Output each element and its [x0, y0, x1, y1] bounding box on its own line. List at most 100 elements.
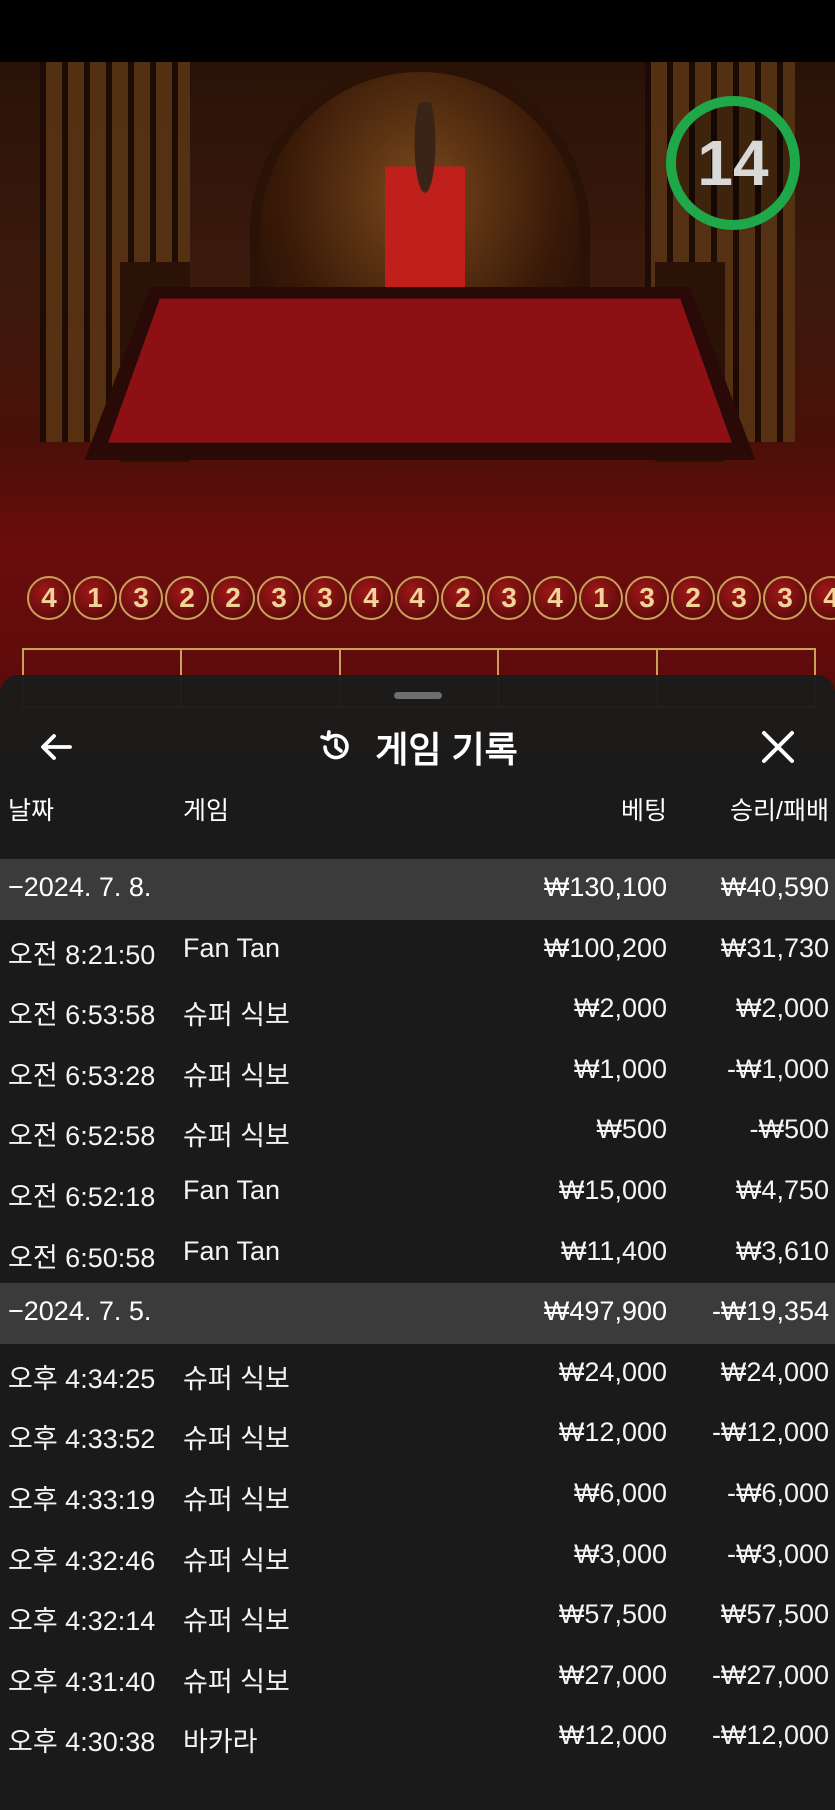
row-result: -₩19,354 — [711, 1296, 829, 1327]
row-game: 슈퍼 식보 — [183, 1121, 290, 1152]
history-row: 오후 4:31:40 슈퍼 식보 ₩27,000 -₩27,000 — [0, 1647, 835, 1708]
row-date: 오후 4:32:14 — [8, 1606, 156, 1637]
row-date: 오전 8:21:50 — [8, 939, 156, 970]
row-game: 슈퍼 식보 — [183, 1666, 290, 1697]
title-group: 게임 기록 — [0, 715, 835, 779]
row-bet: ₩6,000 — [573, 1477, 667, 1508]
history-row: 오전 6:52:58 슈퍼 식보 ₩500 -₩500 — [0, 1101, 835, 1162]
row-result: -₩1,000 — [726, 1053, 829, 1084]
row-date: 오전 6:53:58 — [8, 1000, 156, 1031]
result-ball: 4 — [27, 576, 71, 620]
drag-handle[interactable] — [394, 692, 442, 699]
history-row: 오전 6:53:58 슈퍼 식보 ₩2,000 ₩2,000 — [0, 980, 835, 1041]
result-ball: 3 — [257, 576, 301, 620]
countdown-timer: 14 — [697, 127, 769, 199]
row-bet: ₩2,000 — [573, 993, 667, 1024]
row-bet: ₩500 — [596, 1114, 667, 1145]
panel-title: 게임 기록 — [375, 729, 518, 770]
column-date: 날짜 — [8, 797, 55, 825]
row-bet: ₩100,200 — [543, 932, 667, 963]
result-ball: 2 — [211, 576, 255, 620]
row-bet: ₩12,000 — [558, 1417, 667, 1448]
history-row: 오후 4:33:52 슈퍼 식보 ₩12,000 -₩12,000 — [0, 1404, 835, 1465]
history-list: −2024. 7. 8. ₩130,100 ₩40,590 오전 8:21:50 Fan… — [0, 859, 835, 1768]
history-row: 오후 4:33:19 슈퍼 식보 ₩6,000 -₩6,000 — [0, 1465, 835, 1526]
row-date: 오후 4:32:46 — [8, 1545, 156, 1576]
row-result: -₩3,000 — [726, 1538, 829, 1569]
game-table — [84, 287, 756, 460]
row-date: −2024. 7. 5. — [8, 1296, 152, 1327]
history-row: 오전 6:52:18 Fan Tan ₩15,000 ₩4,750 — [0, 1162, 835, 1223]
column-result: 승리/패배 — [730, 797, 829, 825]
result-ball: 4 — [395, 576, 439, 620]
result-ball: 3 — [625, 576, 669, 620]
result-ball: 4 — [809, 576, 835, 620]
row-bet: ₩57,500 — [558, 1599, 667, 1630]
result-ball: 3 — [717, 576, 761, 620]
row-bet: ₩15,000 — [558, 1174, 667, 1205]
date-group-row[interactable]: −2024. 7. 5. ₩497,900 -₩19,354 — [0, 1283, 835, 1344]
row-bet: ₩130,100 — [543, 872, 667, 902]
row-game: Fan Tan — [183, 1174, 281, 1205]
row-game: 슈퍼 식보 — [183, 1000, 290, 1031]
result-ball: 1 — [73, 576, 117, 620]
row-result: ₩3,610 — [735, 1235, 829, 1266]
result-ball: 2 — [441, 576, 485, 620]
result-ball: 3 — [763, 576, 807, 620]
row-bet: ₩3,000 — [573, 1538, 667, 1569]
row-date: 오후 4:30:38 — [8, 1727, 156, 1758]
row-game: 슈퍼 식보 — [183, 1484, 290, 1515]
result-ball: 4 — [349, 576, 393, 620]
column-bet: 베팅 — [620, 797, 667, 825]
row-game: 바카라 — [183, 1727, 258, 1758]
row-game: 슈퍼 식보 — [183, 1363, 290, 1394]
result-ball: 3 — [303, 576, 347, 620]
arrow-left-icon[interactable] — [36, 725, 80, 769]
close-icon[interactable] — [756, 725, 800, 769]
result-ball: 4 — [533, 576, 577, 620]
row-date: 오후 4:34:25 — [8, 1363, 156, 1394]
row-date: 오후 4:33:52 — [8, 1424, 156, 1455]
date-group-row[interactable]: −2024. 7. 8. ₩130,100 ₩40,590 — [0, 859, 835, 920]
row-result: ₩57,500 — [720, 1599, 829, 1630]
row-date: 오후 4:31:40 — [8, 1666, 156, 1697]
row-date: 오전 6:52:18 — [8, 1181, 156, 1212]
history-row: 오전 8:21:50 Fan Tan ₩100,200 ₩31,730 — [0, 920, 835, 981]
row-date: 오전 6:50:58 — [8, 1242, 156, 1273]
game-history-panel: 게임 기록 날짜 게임 베팅 승리/패배 −2024. 7. 8. ₩130,10… — [0, 675, 835, 1810]
row-date: −2024. 7. 8. — [8, 872, 152, 902]
row-result: ₩24,000 — [720, 1356, 829, 1387]
result-ball: 1 — [579, 576, 623, 620]
row-result: -₩12,000 — [711, 1417, 829, 1448]
row-result: ₩40,590 — [720, 872, 829, 902]
row-game: Fan Tan — [183, 932, 281, 963]
row-result: ₩4,750 — [735, 1174, 829, 1205]
row-result: -₩12,000 — [711, 1720, 829, 1751]
row-bet: ₩27,000 — [558, 1659, 667, 1690]
row-bet: ₩12,000 — [558, 1720, 667, 1751]
row-result: -₩6,000 — [726, 1477, 829, 1508]
row-result: ₩31,730 — [720, 932, 829, 963]
row-bet: ₩497,900 — [543, 1296, 667, 1327]
row-date: 오후 4:33:19 — [8, 1484, 156, 1515]
history-row: 오후 4:32:14 슈퍼 식보 ₩57,500 ₩57,500 — [0, 1586, 835, 1647]
row-result: ₩2,000 — [735, 993, 829, 1024]
row-game: 슈퍼 식보 — [183, 1424, 290, 1455]
status-bar — [0, 0, 835, 62]
history-row: 오후 4:30:38 바카라 ₩12,000 -₩12,000 — [0, 1707, 835, 1768]
result-ball: 2 — [165, 576, 209, 620]
row-game: 슈퍼 식보 — [183, 1545, 290, 1576]
result-ball: 3 — [119, 576, 163, 620]
column-game: 게임 — [183, 797, 230, 825]
results-history-strip: 413223344234132334 — [26, 576, 835, 632]
row-result: -₩500 — [749, 1114, 829, 1145]
table-header: 날짜 게임 베팅 승리/패배 — [0, 791, 835, 847]
row-bet: ₩24,000 — [558, 1356, 667, 1387]
result-ball: 3 — [487, 576, 531, 620]
row-game: 슈퍼 식보 — [183, 1060, 290, 1091]
row-bet: ₩11,400 — [560, 1235, 667, 1266]
history-row: 오전 6:53:28 슈퍼 식보 ₩1,000 -₩1,000 — [0, 1041, 835, 1102]
row-game: Fan Tan — [183, 1235, 281, 1266]
row-result: -₩27,000 — [711, 1659, 829, 1690]
row-game: 슈퍼 식보 — [183, 1606, 290, 1637]
